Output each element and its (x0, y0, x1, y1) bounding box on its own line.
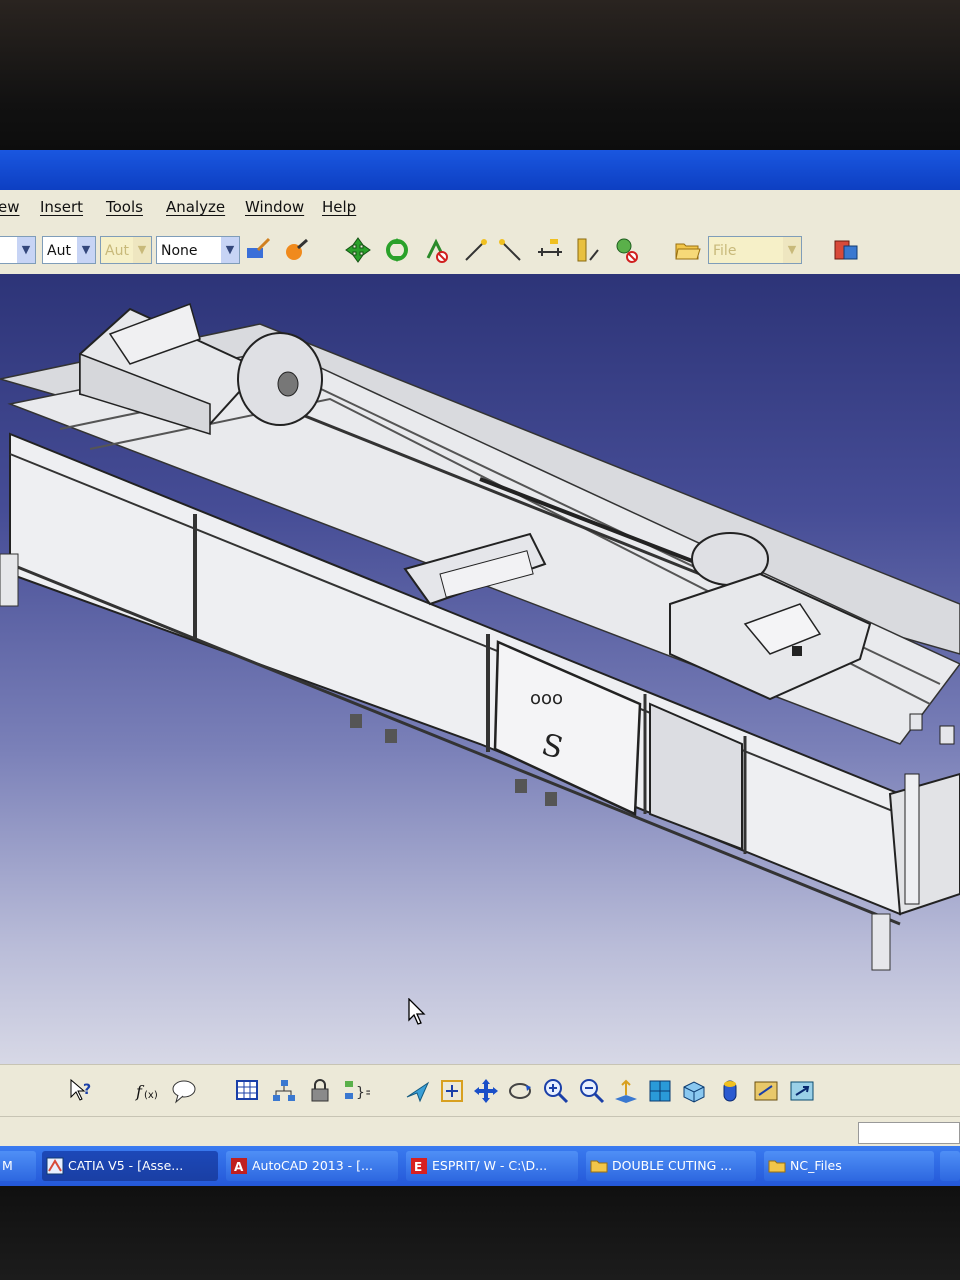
door-label-dots: ooo (530, 688, 563, 709)
table-icon[interactable] (234, 1077, 262, 1105)
taskbar-item-autocad[interactable]: A AutoCAD 2013 - [... (226, 1151, 398, 1181)
paintbrush-icon[interactable] (244, 236, 272, 264)
svg-text:(x): (x) (144, 1090, 158, 1101)
parameters-icon[interactable]: }= (342, 1077, 370, 1105)
svg-text:}=: }= (356, 1085, 370, 1101)
monitor-bezel-top (0, 0, 960, 150)
taskbar-item-esprit[interactable]: E ESPRIT/ W - C:\D... (406, 1151, 578, 1181)
iso-view-icon[interactable] (680, 1077, 708, 1105)
catia-app-icon (46, 1157, 64, 1175)
fit-all-icon[interactable] (438, 1077, 466, 1105)
move-compass-icon[interactable] (344, 236, 372, 264)
catalog-icon[interactable] (832, 236, 860, 264)
menu-insert[interactable]: Insert (40, 198, 83, 216)
line-weight-combo: Aut ▼ (100, 236, 152, 264)
svg-text:?: ? (83, 1082, 91, 1098)
chevron-down-icon: ▼ (221, 237, 239, 263)
menu-bar: ew Insert Tools Analyze Window Help (0, 190, 960, 224)
file-combo: File ▼ (708, 236, 802, 264)
normal-view-icon[interactable] (612, 1077, 640, 1105)
bottom-toolbar: ? f(x) }= (0, 1064, 960, 1117)
layer-filter-combo[interactable]: None ▼ (156, 236, 240, 264)
menu-help[interactable]: Help (322, 198, 356, 216)
shading-icon[interactable] (716, 1077, 744, 1105)
pan-icon[interactable] (472, 1077, 500, 1105)
rotate-view-icon[interactable] (506, 1077, 534, 1105)
snap-off-icon[interactable] (422, 236, 450, 264)
formula-icon[interactable]: f (x) (134, 1077, 162, 1105)
snap-end-icon[interactable] (498, 236, 526, 264)
help-pointer-icon[interactable]: ? (68, 1077, 96, 1105)
swap-space-icon[interactable] (788, 1077, 816, 1105)
taskbar-item-0[interactable]: M (0, 1151, 36, 1181)
properties-painter-icon[interactable] (282, 236, 310, 264)
svg-text:E: E (414, 1160, 422, 1174)
layer-combo[interactable]: ▼ (0, 236, 36, 264)
monitor-bezel-bottom (0, 1186, 960, 1280)
ruler-icon[interactable] (572, 236, 600, 264)
machine-assembly-model: ooo S (0, 303, 960, 971)
autocad-app-icon: A (231, 1158, 247, 1174)
taskbar-item-nc-files[interactable]: NC_Files (764, 1151, 934, 1181)
menu-window[interactable]: Window (245, 198, 304, 216)
mouse-cursor-icon (408, 998, 426, 1025)
rotate-compass-icon[interactable] (383, 236, 411, 264)
line-type-combo[interactable]: Aut ▼ (42, 236, 96, 264)
chevron-down-icon: ▼ (17, 237, 35, 263)
3d-viewport[interactable]: ooo S (0, 274, 960, 1064)
taskbar-item-catia[interactable]: CATIA V5 - [Asse... (42, 1151, 218, 1181)
main-toolbar: ▼ Aut ▼ Aut ▼ None ▼ File ▼ (0, 224, 960, 275)
chevron-down-icon: ▼ (77, 237, 95, 263)
folder-icon (590, 1160, 608, 1173)
menu-tools[interactable]: Tools (106, 198, 143, 216)
window-title-bar[interactable] (0, 150, 960, 190)
fly-mode-icon[interactable] (404, 1077, 432, 1105)
zoom-out-icon[interactable] (578, 1077, 606, 1105)
esprit-app-icon: E (411, 1158, 427, 1174)
tree-structure-icon[interactable] (270, 1077, 298, 1105)
taskbar-item-more[interactable] (940, 1151, 960, 1181)
menu-analyze[interactable]: Analyze (166, 198, 225, 216)
dimension-icon[interactable] (536, 236, 564, 264)
comment-icon[interactable] (170, 1077, 198, 1105)
lock-icon[interactable] (306, 1077, 334, 1105)
chevron-down-icon: ▼ (783, 237, 801, 263)
screen: ew Insert Tools Analyze Window Help ▼ Au… (0, 150, 960, 1186)
menu-view[interactable]: ew (0, 198, 20, 216)
svg-text:A: A (234, 1160, 244, 1174)
taskbar-item-double-cuting[interactable]: DOUBLE CUTING ... (586, 1151, 756, 1181)
folder-icon (768, 1160, 786, 1173)
open-folder-icon[interactable] (674, 236, 702, 264)
zoom-in-icon[interactable] (542, 1077, 570, 1105)
chevron-down-icon: ▼ (133, 237, 151, 263)
status-bar (0, 1116, 960, 1147)
command-input[interactable] (858, 1122, 960, 1144)
multi-view-icon[interactable] (646, 1077, 674, 1105)
hide-show-icon[interactable] (752, 1077, 780, 1105)
windows-taskbar: M CATIA V5 - [Asse... A AutoCAD 2013 - [… (0, 1146, 960, 1186)
snap-point-icon[interactable] (462, 236, 490, 264)
analyze-off-icon[interactable] (612, 236, 640, 264)
